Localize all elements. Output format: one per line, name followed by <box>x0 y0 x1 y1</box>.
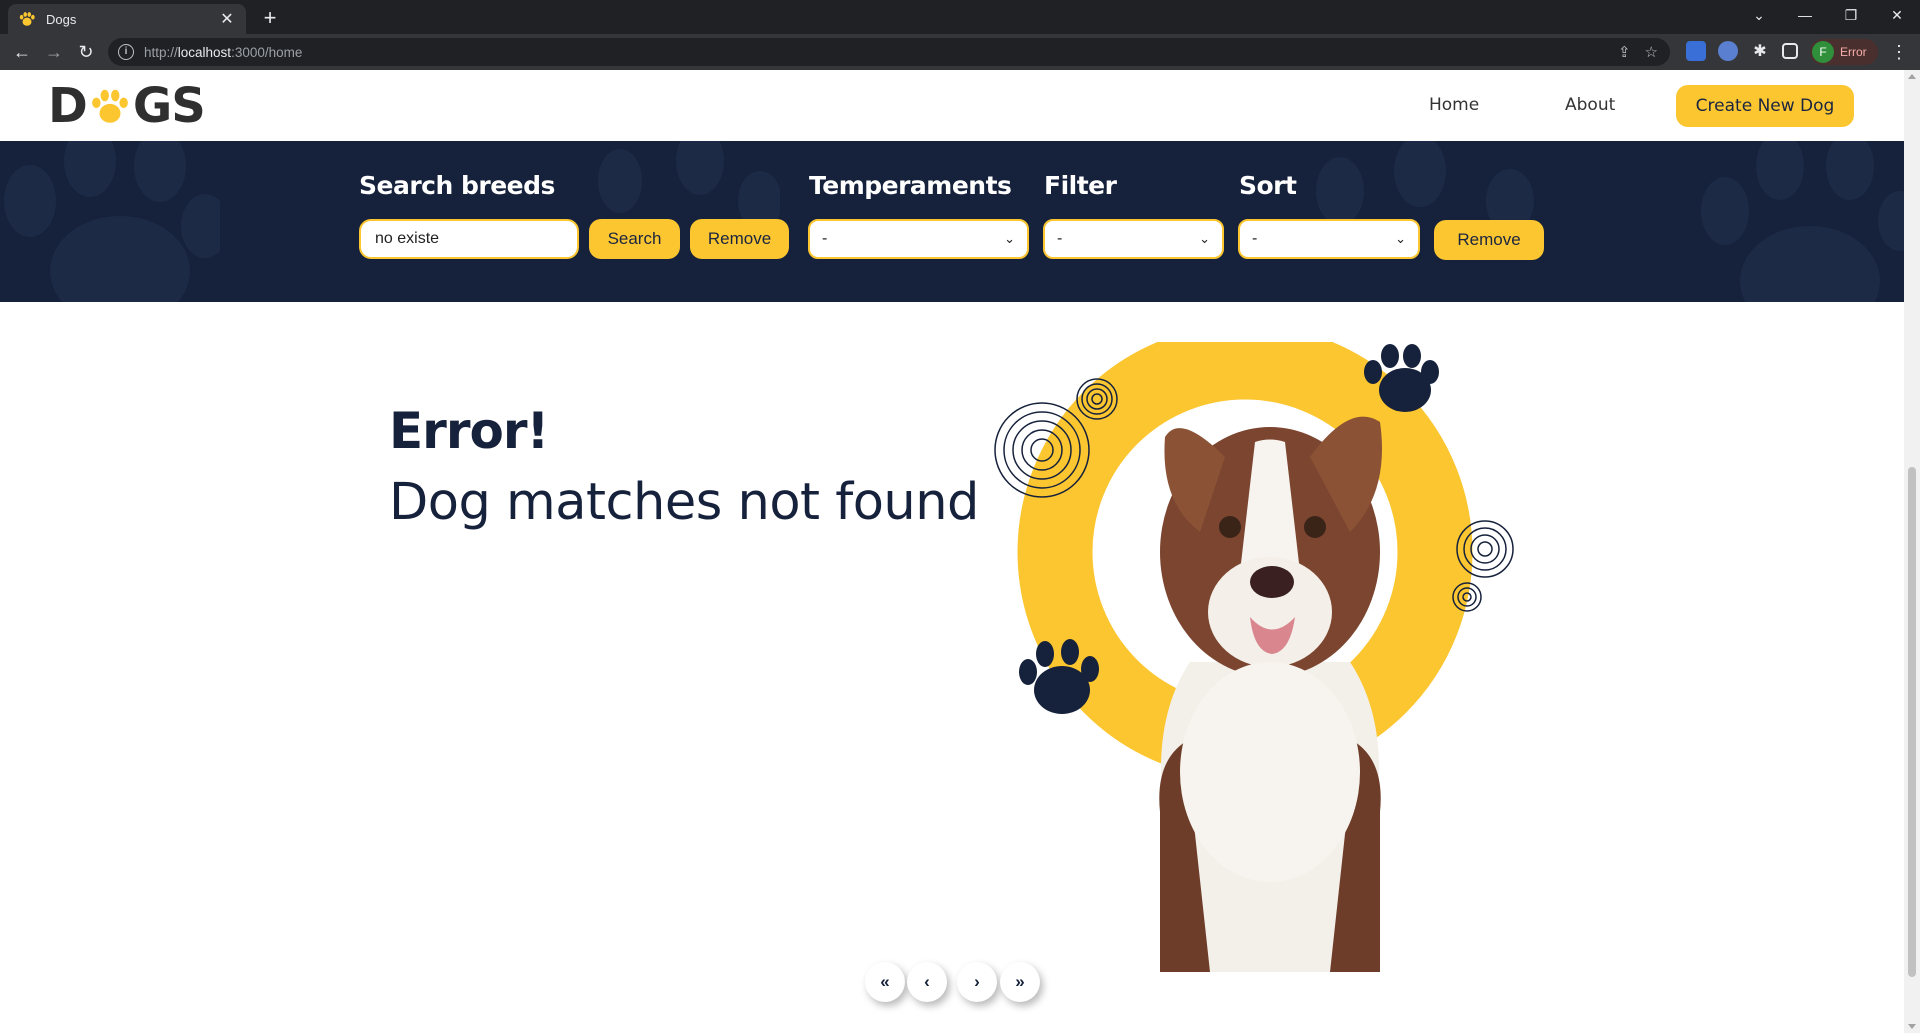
search-input[interactable] <box>359 219 579 259</box>
chevron-down-icon: ⌄ <box>1395 231 1406 246</box>
paw-icon <box>91 89 128 123</box>
error-title: Error! <box>389 402 549 460</box>
url-text: http://localhost:3000/home <box>144 44 303 60</box>
next-page-button[interactable]: › <box>957 962 997 1002</box>
sort-value: - <box>1252 230 1258 247</box>
profile-status: Error <box>1840 45 1867 59</box>
remove-search-button[interactable]: Remove <box>690 219 789 259</box>
logo-text-left: D <box>48 78 88 134</box>
background-paw-icon <box>4 141 220 302</box>
sidepanel-icon[interactable] <box>1782 43 1798 59</box>
close-window-button[interactable]: ✕ <box>1874 0 1920 30</box>
first-page-button[interactable]: « <box>865 962 905 1002</box>
reload-icon[interactable]: ↻ <box>74 40 98 64</box>
scroll-down-arrow[interactable] <box>1908 1024 1916 1029</box>
share-icon[interactable]: ⇪ <box>1618 43 1631 61</box>
filter-label: Filter <box>1044 171 1117 200</box>
browser-tab[interactable]: Dogs ✕ <box>8 4 246 34</box>
logo[interactable]: D GS <box>48 78 206 134</box>
back-icon[interactable]: ← <box>10 40 34 64</box>
profile-button[interactable]: F Error <box>1810 39 1878 65</box>
menu-icon[interactable]: ⋮ <box>1890 42 1908 63</box>
prev-page-button[interactable]: ‹ <box>907 962 947 1002</box>
create-new-dog-button[interactable]: Create New Dog <box>1676 85 1854 127</box>
paw-icon <box>19 12 35 26</box>
address-bar[interactable]: i http://localhost:3000/home ⇪ ☆ <box>108 38 1670 66</box>
avatar: F <box>1812 41 1834 63</box>
new-tab-button[interactable]: + <box>256 6 284 32</box>
translate-extension-icon[interactable] <box>1686 41 1706 61</box>
extension-icon[interactable] <box>1718 41 1738 61</box>
search-button[interactable]: Search <box>589 219 680 259</box>
star-icon[interactable]: ☆ <box>1645 43 1658 61</box>
error-message: Dog matches not found <box>389 473 979 532</box>
sort-select[interactable]: - ⌄ <box>1238 219 1420 259</box>
minimize-button[interactable]: — <box>1782 0 1828 30</box>
temperaments-value: - <box>822 230 828 247</box>
sort-label: Sort <box>1239 171 1297 200</box>
extensions-icon[interactable]: ✱ <box>1750 41 1770 61</box>
filter-value: - <box>1057 230 1063 247</box>
scroll-up-arrow[interactable] <box>1908 74 1916 79</box>
temperaments-label: Temperaments <box>809 171 1012 200</box>
page-viewport: D GS Home About Create New Dog Search br… <box>0 70 1904 1033</box>
chevron-down-icon: ⌄ <box>1004 231 1015 246</box>
browser-toolbar: ← → ↻ i http://localhost:3000/home ⇪ ☆ ✱… <box>0 34 1920 70</box>
dog-photo <box>1159 416 1382 972</box>
nav-about[interactable]: About <box>1565 95 1615 115</box>
forward-icon[interactable]: → <box>42 40 66 64</box>
info-icon[interactable]: i <box>118 44 134 60</box>
background-paw-icon <box>1701 141 1904 302</box>
tab-title: Dogs <box>46 11 77 27</box>
browser-tab-strip: Dogs ✕ + ⌄ — ❐ ✕ <box>0 0 1920 34</box>
page-scrollbar[interactable] <box>1904 70 1920 1033</box>
scrollbar-thumb[interactable] <box>1908 467 1916 977</box>
close-tab-icon[interactable]: ✕ <box>218 9 236 29</box>
site-header: D GS Home About Create New Dog <box>0 70 1904 141</box>
restore-button[interactable]: ❐ <box>1828 0 1874 30</box>
chevron-down-icon: ⌄ <box>1199 231 1210 246</box>
temperaments-select[interactable]: - ⌄ <box>808 219 1029 259</box>
search-filter-band: Search breeds Search Remove Temperaments… <box>0 141 1904 302</box>
logo-text-right: GS <box>132 78 206 134</box>
filter-select[interactable]: - ⌄ <box>1043 219 1224 259</box>
nav-home[interactable]: Home <box>1429 95 1479 115</box>
tab-search-icon[interactable]: ⌄ <box>1736 0 1782 30</box>
remove-filters-button[interactable]: Remove <box>1434 220 1544 260</box>
dog-illustration <box>994 342 1514 972</box>
last-page-button[interactable]: » <box>1000 962 1040 1002</box>
search-label: Search breeds <box>359 171 555 200</box>
